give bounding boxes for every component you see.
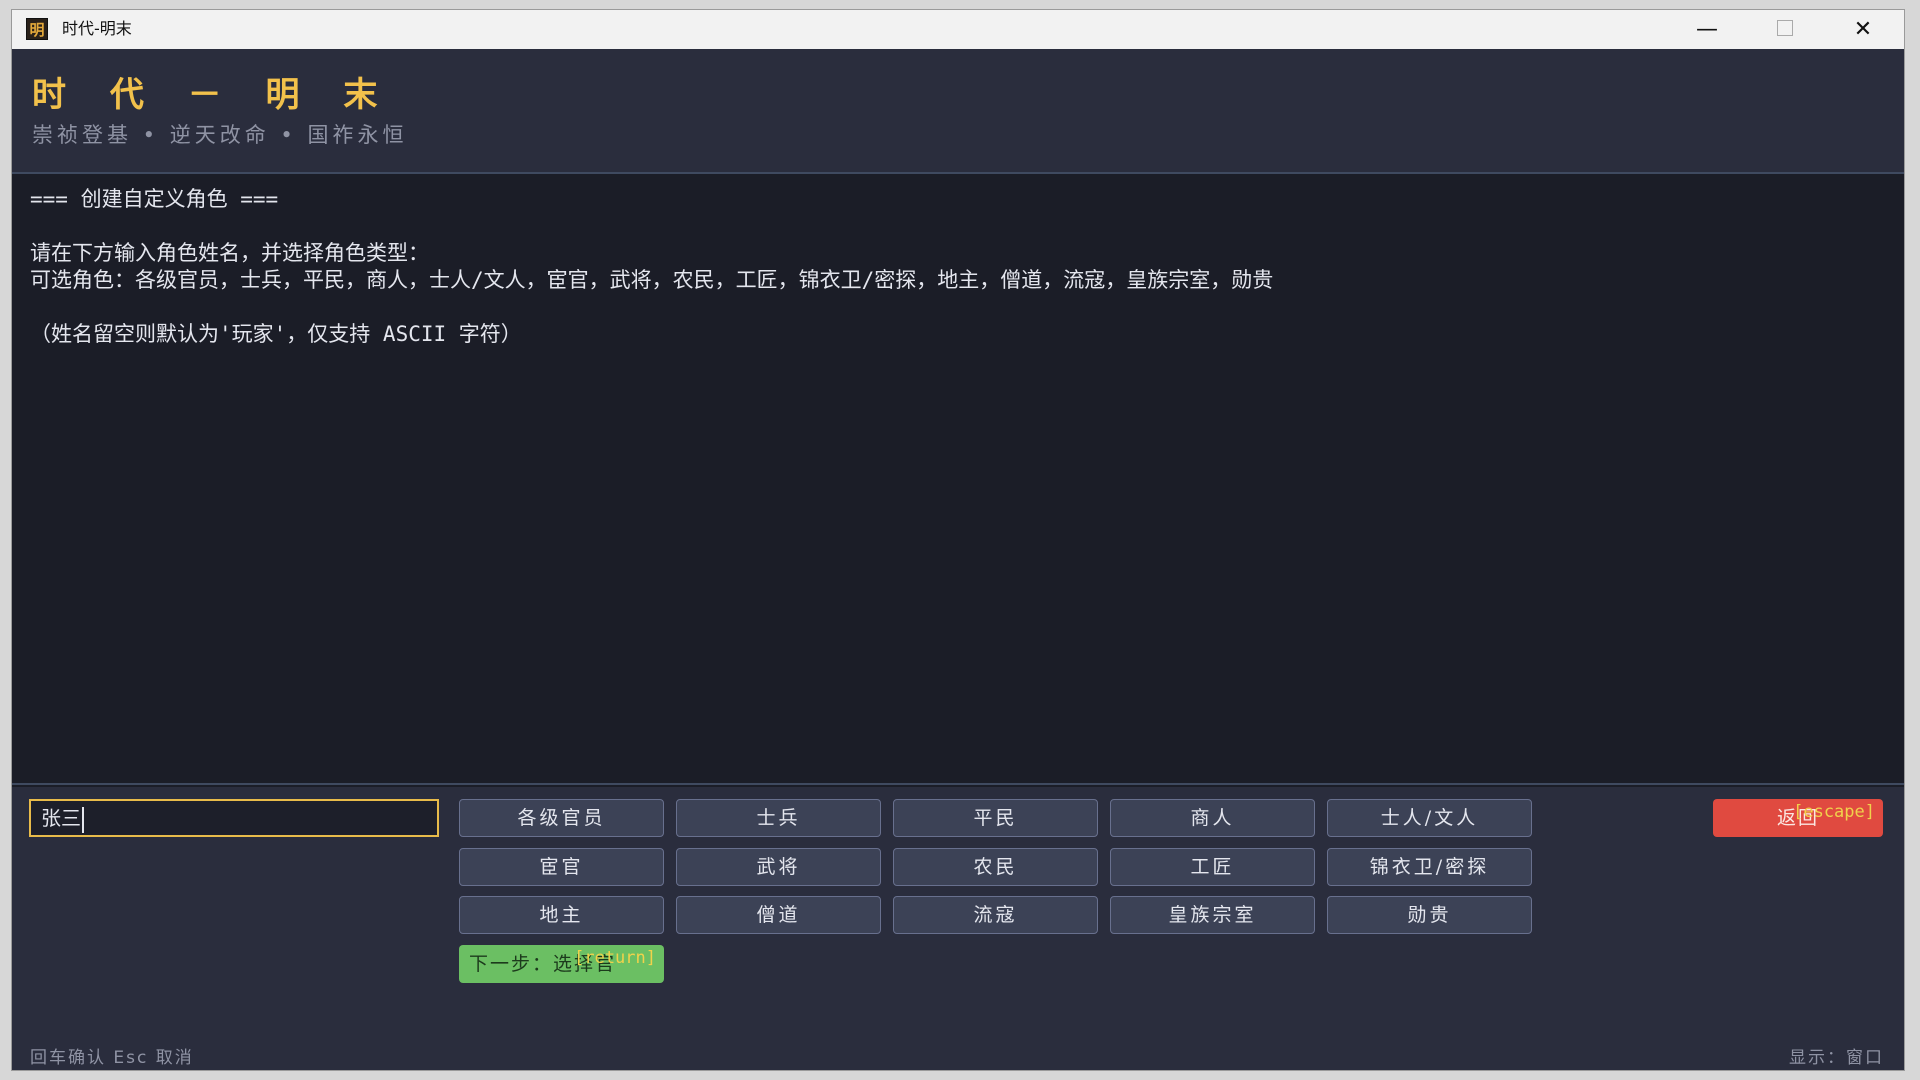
window-title: 时代-明末 — [62, 19, 132, 38]
close-button[interactable]: ✕ — [1824, 10, 1902, 49]
next-step-button[interactable]: 下一步：选择官 [return] — [459, 945, 664, 983]
role-button[interactable]: 平民 — [893, 799, 1098, 837]
role-button[interactable]: 工匠 — [1110, 848, 1315, 886]
role-button[interactable]: 宦官 — [459, 848, 664, 886]
minimize-button[interactable]: — — [1668, 10, 1746, 49]
input-panel: 张三 各级官员 士兵 平民 商人 士人/文人 宦官 武将 农民 工匠 锦衣卫/密… — [12, 787, 1904, 1035]
title-bar[interactable]: 明 时代-明末 — ✕ — [12, 10, 1904, 49]
role-button[interactable]: 锦衣卫/密探 — [1327, 848, 1532, 886]
name-input[interactable]: 张三 — [29, 799, 439, 837]
text-cursor — [82, 806, 84, 833]
game-title: 时 代 － 明 末 — [32, 75, 394, 115]
minimize-icon: — — [1696, 17, 1718, 42]
role-button[interactable]: 地主 — [459, 896, 664, 934]
role-button[interactable]: 各级官员 — [459, 799, 664, 837]
role-button[interactable]: 士人/文人 — [1327, 799, 1532, 837]
app-icon: 明 — [26, 18, 48, 40]
name-input-value: 张三 — [41, 806, 81, 830]
game-header: 时 代 － 明 末 崇祯登基 • 逆天改命 • 国祚永恒 — [12, 49, 1904, 174]
display-mode: 显示：窗口 — [1789, 1048, 1884, 1068]
maximize-icon — [1777, 20, 1793, 36]
role-button[interactable]: 皇族宗室 — [1110, 896, 1315, 934]
close-icon: ✕ — [1853, 17, 1873, 42]
role-button[interactable]: 勋贵 — [1327, 896, 1532, 934]
key-hints: 回车确认 Esc 取消 — [30, 1048, 194, 1068]
console-heading: === 创建自定义角色 === — [30, 187, 279, 211]
console-prompt: 请在下方输入角色姓名，并选择角色类型： — [30, 241, 429, 265]
role-button[interactable]: 僧道 — [676, 896, 881, 934]
role-button[interactable]: 武将 — [676, 848, 881, 886]
console-role-options: 可选角色：各级官员，士兵，平民，商人，士人/文人，宦官，武将，农民，工匠，锦衣卫… — [30, 268, 1274, 292]
app-window: 明 时代-明末 — ✕ 时 代 － 明 末 崇祯登基 • 逆天改命 • 国祚永恒… — [12, 10, 1904, 1070]
game-subtitle: 崇祯登基 • 逆天改命 • 国祚永恒 — [32, 123, 408, 147]
console-note: （姓名留空则默认为'玩家'，仅支持 ASCII 字符） — [30, 322, 522, 346]
output-console: === 创建自定义角色 === 请在下方输入角色姓名，并选择角色类型： 可选角色… — [12, 174, 1904, 785]
status-bar: 回车确认 Esc 取消 显示：窗口 — [12, 1035, 1904, 1070]
role-button[interactable]: 商人 — [1110, 799, 1315, 837]
role-button[interactable]: 农民 — [893, 848, 1098, 886]
role-button[interactable]: 流寇 — [893, 896, 1098, 934]
role-button[interactable]: 士兵 — [676, 799, 881, 837]
back-shortcut: [escape] — [1793, 802, 1875, 822]
back-button[interactable]: 返回 [escape] — [1713, 799, 1883, 837]
maximize-button[interactable] — [1746, 10, 1824, 49]
next-step-shortcut: [return] — [574, 948, 656, 968]
